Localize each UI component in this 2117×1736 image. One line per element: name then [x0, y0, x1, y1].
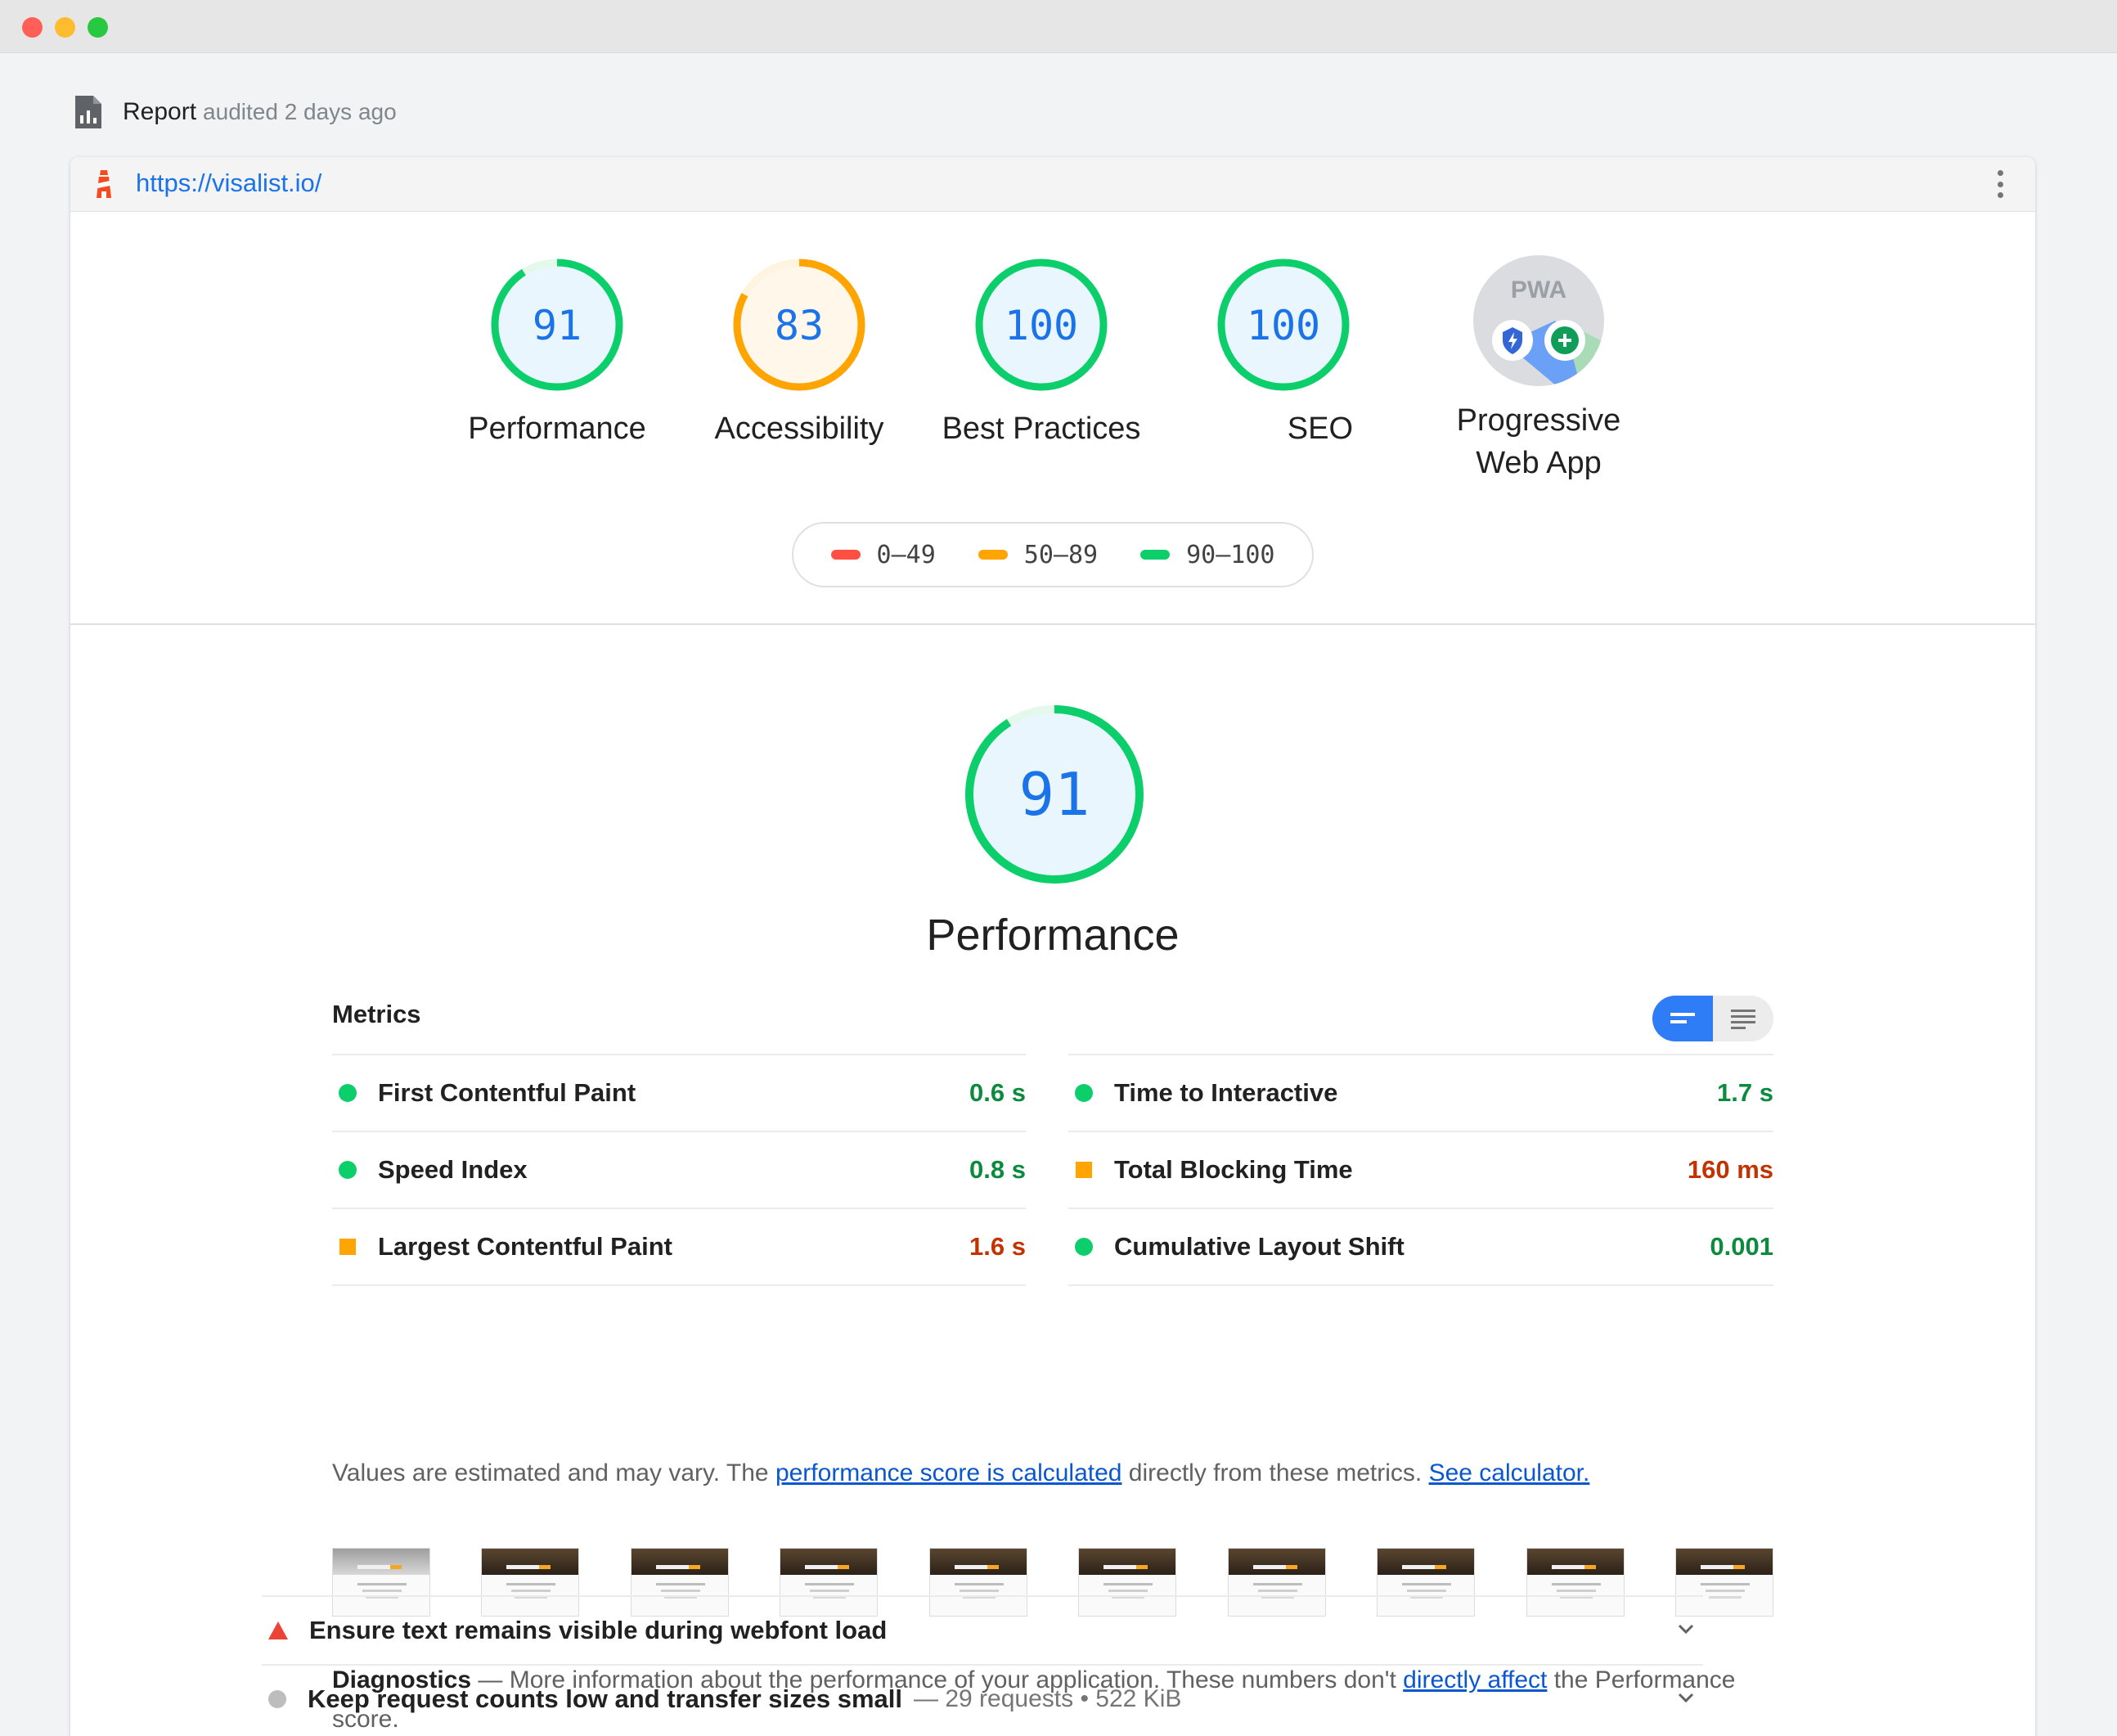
informative-dot-icon — [268, 1690, 286, 1708]
legend-swatch — [830, 550, 861, 560]
score-calculated-link[interactable]: performance score is calculated — [775, 1459, 1122, 1486]
score-gauge-accessibility[interactable]: 83 Accessibility — [715, 255, 883, 450]
diagnostic-title: Ensure text remains visible during webfo… — [309, 1616, 888, 1644]
url-bar: https://visalist.io/ — [70, 157, 2035, 212]
metric-row: First Contentful Paint 0.6 s — [332, 1054, 1026, 1131]
compact-view-button[interactable] — [1652, 996, 1713, 1041]
metric-value: 160 ms — [1687, 1155, 1773, 1184]
legend-item: 50–89 — [978, 541, 1098, 569]
metric-name: Cumulative Layout Shift — [1114, 1232, 1405, 1261]
pwa-badge-icon: PWA — [1473, 255, 1604, 386]
metric-row: Time to Interactive 1.7 s — [1068, 1054, 1773, 1131]
metric-row: Total Blocking Time 160 ms — [1068, 1131, 1773, 1208]
close-window-button[interactable] — [22, 17, 43, 38]
report-header: Report audited 2 days ago — [74, 92, 397, 133]
short-lines-icon — [1670, 1013, 1695, 1023]
metrics-view-toggle[interactable] — [1652, 996, 1773, 1041]
legend-swatch — [978, 550, 1008, 560]
metrics-right-column: Time to Interactive 1.7 s Total Blocking T… — [1068, 1054, 1773, 1286]
more-vert-icon[interactable] — [1996, 170, 2004, 198]
pass-dot-icon — [1075, 1238, 1093, 1256]
average-square-icon — [339, 1239, 356, 1255]
score-gauge-best-practices[interactable]: 100 Best Practices — [942, 255, 1140, 450]
chevron-down-icon[interactable] — [1675, 1618, 1697, 1639]
score-label: SEO — [1287, 412, 1353, 446]
pass-dot-icon — [339, 1161, 357, 1179]
score-value: 83 — [775, 302, 824, 349]
score-value: 91 — [533, 302, 582, 349]
pwa-label-line2: Web App — [1476, 446, 1602, 480]
metrics-left-column: First Contentful Paint 0.6 s Speed Index 0.… — [332, 1054, 1026, 1286]
metric-value: 0.6 s — [969, 1078, 1026, 1107]
pwa-label-line1: Progressive — [1456, 403, 1621, 438]
metric-name: First Contentful Paint — [378, 1078, 636, 1107]
pwa-logo-text: PWA — [1511, 277, 1566, 304]
metric-value: 0.8 s — [969, 1155, 1026, 1184]
fail-triangle-icon — [268, 1621, 288, 1639]
diagnostic-title: Keep request counts low and transfer siz… — [308, 1684, 903, 1713]
score-label: Best Practices — [942, 412, 1141, 446]
legend-label: 90–100 — [1186, 540, 1275, 569]
performance-score-value: 91 — [1019, 760, 1090, 829]
pass-dot-icon — [339, 1084, 357, 1102]
metric-value: 1.6 s — [969, 1232, 1026, 1261]
score-label: Accessibility — [714, 412, 884, 446]
report-icon — [75, 96, 101, 128]
metrics-title: Metrics — [332, 1000, 421, 1028]
legend-label: 0–49 — [876, 540, 936, 569]
score-gauge-seo[interactable]: 100 SEO — [1214, 255, 1353, 450]
metric-value: 1.7 s — [1717, 1078, 1773, 1107]
legend-item: 90–100 — [1140, 541, 1274, 569]
metric-name: Total Blocking Time — [1114, 1155, 1353, 1184]
audit-time: audited 2 days ago — [203, 99, 397, 124]
metrics-note: Values are estimated and may vary. The p… — [332, 1459, 1589, 1487]
score-label: Performance — [468, 412, 646, 446]
diagnostic-detail: — 29 requests • 522 KiB — [914, 1685, 1182, 1712]
maximize-window-button[interactable] — [88, 17, 108, 38]
metric-name: Time to Interactive — [1114, 1078, 1338, 1107]
chevron-down-icon[interactable] — [1675, 1687, 1697, 1708]
minimize-window-button[interactable] — [55, 17, 75, 38]
lighthouse-icon — [97, 170, 111, 198]
average-square-icon — [1076, 1162, 1092, 1178]
score-value: 100 — [1247, 302, 1320, 349]
note-prefix: Values are estimated and may vary. The — [332, 1459, 775, 1486]
metric-name: Largest Contentful Paint — [378, 1232, 672, 1261]
legend-item: 0–49 — [830, 540, 936, 569]
long-lines-icon — [1731, 1010, 1755, 1029]
metric-row: Cumulative Layout Shift 0.001 — [1068, 1208, 1773, 1286]
performance-main-gauge: 91 — [960, 700, 1148, 893]
score-legend: 0–49 50–89 90–100 — [792, 522, 1314, 587]
pwa-gauge[interactable]: PWA Progressive Web App — [1457, 255, 1620, 484]
score-value: 100 — [1005, 302, 1078, 349]
see-calculator-link[interactable]: See calculator. — [1429, 1459, 1590, 1486]
legend-swatch — [1140, 550, 1171, 560]
metric-name: Speed Index — [378, 1155, 528, 1184]
report-card: https://visalist.io/ 91 Performance 83 Acce… — [70, 157, 2035, 1736]
section-divider — [70, 623, 2035, 625]
expanded-view-button[interactable] — [1713, 996, 1773, 1041]
legend-label: 50–89 — [1023, 540, 1099, 569]
audited-url-link[interactable]: https://visalist.io/ — [136, 169, 321, 198]
metric-row: Largest Contentful Paint 1.6 s — [332, 1208, 1026, 1286]
diagnostic-row[interactable]: Ensure text remains visible during webfo… — [262, 1595, 1703, 1664]
diagnostic-row[interactable]: Keep request counts low and transfer siz… — [262, 1664, 1703, 1733]
note-middle: directly from these metrics. — [1121, 1459, 1429, 1486]
report-title: Report — [123, 98, 197, 125]
metric-row: Speed Index 0.8 s — [332, 1131, 1026, 1208]
metric-value: 0.001 — [1710, 1232, 1773, 1261]
pass-dot-icon — [1075, 1084, 1093, 1102]
window-titlebar — [0, 0, 2117, 53]
performance-title: Performance — [926, 911, 1180, 960]
score-gauge-performance[interactable]: 91 Performance — [468, 255, 646, 450]
